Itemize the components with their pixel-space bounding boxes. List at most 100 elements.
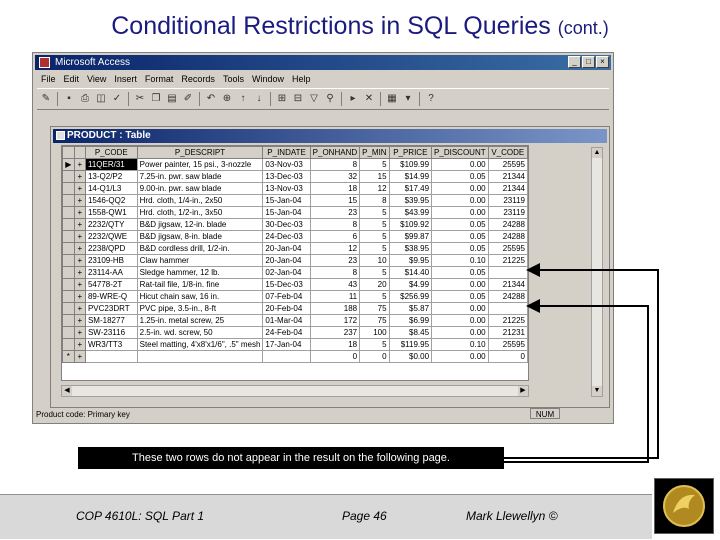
- print-icon[interactable]: ⎙: [78, 92, 92, 106]
- table-cell[interactable]: $256.99: [388, 290, 433, 303]
- database-window-icon[interactable]: ▦: [385, 92, 399, 106]
- row-selector[interactable]: [62, 314, 75, 327]
- table-cell[interactable]: 0: [309, 350, 361, 363]
- table-cell[interactable]: 24288: [487, 218, 528, 231]
- menu-tools[interactable]: Tools: [223, 72, 244, 87]
- table-cell[interactable]: 24288: [487, 290, 528, 303]
- table-cell[interactable]: $5.87: [388, 302, 433, 315]
- table-cell[interactable]: 32: [309, 170, 361, 183]
- table-cell[interactable]: Hrd. cloth, 1/4-in., 2x50: [136, 194, 264, 207]
- column-header[interactable]: P_ONHAND: [309, 146, 361, 159]
- table-cell[interactable]: 25595: [487, 242, 528, 255]
- table-cell[interactable]: 11: [309, 290, 361, 303]
- table-cell[interactable]: [136, 350, 264, 363]
- table-cell[interactable]: 24288: [487, 230, 528, 243]
- menu-help[interactable]: Help: [292, 72, 311, 87]
- expand-subdatasheet-icon[interactable]: +: [73, 278, 86, 291]
- table-cell[interactable]: SW-23116: [84, 326, 138, 339]
- table-cell[interactable]: 15-Jan-04: [262, 206, 311, 219]
- table-cell[interactable]: $39.95: [388, 194, 433, 207]
- table-cell[interactable]: WR3/TT3: [84, 338, 138, 351]
- row-selector[interactable]: [62, 302, 75, 315]
- table-cell[interactable]: 20-Jan-04: [262, 242, 311, 255]
- row-selector[interactable]: [62, 254, 75, 267]
- row-selector[interactable]: [62, 266, 75, 279]
- table-cell[interactable]: 172: [309, 314, 361, 327]
- table-cell[interactable]: 0.00: [431, 278, 489, 291]
- scroll-left-icon[interactable]: ◀: [62, 386, 72, 396]
- table-cell[interactable]: 237: [309, 326, 361, 339]
- table-cell[interactable]: 89-WRE-Q: [84, 290, 138, 303]
- table-cell[interactable]: $38.95: [388, 242, 433, 255]
- current-record-icon[interactable]: ▶: [62, 158, 75, 171]
- filter-by-selection-icon[interactable]: ⊞: [275, 92, 289, 106]
- table-cell[interactable]: 02-Jan-04: [262, 266, 311, 279]
- table-cell[interactable]: PVC pipe, 3.5-in., 8-ft: [136, 302, 264, 315]
- table-cell[interactable]: 0.05: [431, 230, 489, 243]
- expand-subdatasheet-icon[interactable]: +: [73, 218, 86, 231]
- expand-subdatasheet-icon[interactable]: +: [73, 290, 86, 303]
- table-cell[interactable]: 75: [359, 314, 390, 327]
- table-cell[interactable]: 25595: [487, 158, 528, 171]
- delete-record-icon[interactable]: ✕: [362, 92, 376, 106]
- table-cell[interactable]: 5: [359, 242, 390, 255]
- table-cell[interactable]: 1558-QW1: [84, 206, 138, 219]
- table-cell[interactable]: [487, 266, 528, 279]
- table-cell[interactable]: 01-Mar-04: [262, 314, 311, 327]
- table-cell[interactable]: 0.10: [431, 338, 489, 351]
- undo-icon[interactable]: ↶: [204, 92, 218, 106]
- scroll-right-icon[interactable]: ▶: [518, 386, 528, 396]
- menu-format[interactable]: Format: [145, 72, 174, 87]
- row-selector[interactable]: [62, 206, 75, 219]
- table-cell[interactable]: 0.00: [431, 206, 489, 219]
- table-cell[interactable]: 5: [359, 266, 390, 279]
- menu-edit[interactable]: Edit: [64, 72, 80, 87]
- table-cell[interactable]: 03-Nov-03: [262, 158, 311, 171]
- table-cell[interactable]: 18: [309, 182, 361, 195]
- expand-subdatasheet-icon[interactable]: +: [73, 314, 86, 327]
- table-row[interactable]: + PVC23DRT PVC pipe, 3.5-in., 8-ft 20-Feb-0…: [62, 302, 528, 315]
- table-cell[interactable]: $8.45: [388, 326, 433, 339]
- table-cell[interactable]: 100: [359, 326, 390, 339]
- table-cell[interactable]: 20: [359, 278, 390, 291]
- table-cell[interactable]: B&D jigsaw, 8-in. blade: [136, 230, 264, 243]
- table-cell[interactable]: 2238/QPD: [84, 242, 138, 255]
- table-cell[interactable]: 21225: [487, 254, 528, 267]
- table-cell[interactable]: 8: [309, 266, 361, 279]
- menu-window[interactable]: Window: [252, 72, 284, 87]
- menu-view[interactable]: View: [87, 72, 106, 87]
- column-header[interactable]: V_CODE: [487, 146, 528, 159]
- table-cell[interactable]: 5: [359, 158, 390, 171]
- minimize-icon[interactable]: _: [568, 56, 581, 68]
- table-cell[interactable]: 5: [359, 230, 390, 243]
- expand-subdatasheet-icon[interactable]: +: [73, 242, 86, 255]
- table-cell[interactable]: 2232/QTY: [84, 218, 138, 231]
- table-cell[interactable]: 21344: [487, 278, 528, 291]
- sort-ascending-icon[interactable]: ↑: [236, 92, 250, 106]
- table-cell[interactable]: 2.5-in. wd. screw, 50: [136, 326, 264, 339]
- table-cell[interactable]: $109.92: [388, 218, 433, 231]
- table-cell[interactable]: 21231: [487, 326, 528, 339]
- table-cell[interactable]: 0: [487, 350, 528, 363]
- table-cell[interactable]: 21344: [487, 170, 528, 183]
- table-cell[interactable]: 15: [309, 194, 361, 207]
- table-cell[interactable]: $14.40: [388, 266, 433, 279]
- table-cell[interactable]: 12: [309, 242, 361, 255]
- table-cell[interactable]: 12: [359, 182, 390, 195]
- table-cell[interactable]: $9.95: [388, 254, 433, 267]
- table-cell[interactable]: 21225: [487, 314, 528, 327]
- row-selector[interactable]: [62, 338, 75, 351]
- expand-subdatasheet-icon[interactable]: +: [73, 350, 86, 363]
- table-cell[interactable]: $119.95: [388, 338, 433, 351]
- design-view-icon[interactable]: ✎: [39, 92, 53, 106]
- table-cell[interactable]: $14.99: [388, 170, 433, 183]
- table-cell[interactable]: [487, 302, 528, 315]
- table-cell[interactable]: 0.00: [431, 182, 489, 195]
- table-cell[interactable]: 8: [309, 158, 361, 171]
- table-cell[interactable]: PVC23DRT: [84, 302, 138, 315]
- row-selector[interactable]: [62, 326, 75, 339]
- table-cell[interactable]: 15-Dec-03: [262, 278, 311, 291]
- table-cell[interactable]: 188: [309, 302, 361, 315]
- print-preview-icon[interactable]: ◫: [94, 92, 108, 106]
- row-selector[interactable]: [62, 170, 75, 183]
